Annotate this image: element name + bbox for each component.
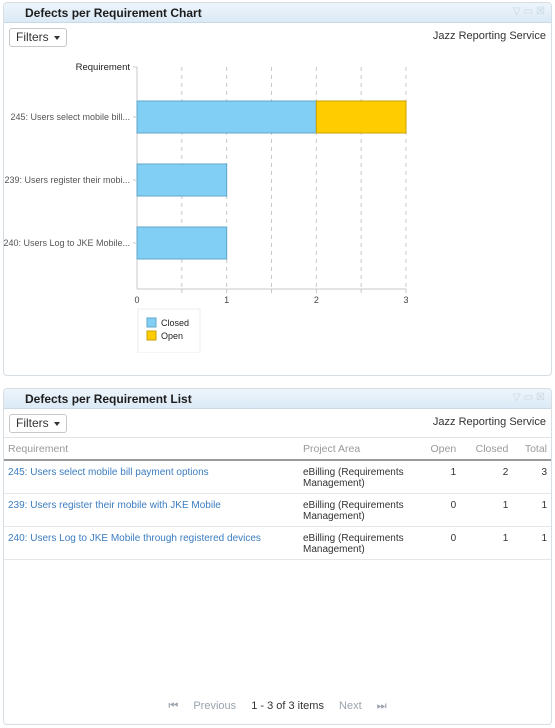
filters-label: Filters — [16, 30, 49, 44]
closed-cell: 1 — [460, 526, 513, 560]
closed-cell: 1 — [460, 493, 513, 527]
legend-label-open: Open — [161, 331, 183, 341]
filters-label: Filters — [16, 416, 49, 430]
y-axis-label: Requirement — [76, 62, 131, 73]
last-page-icon[interactable]: ⏭ — [377, 700, 387, 712]
y-tick-label: 245: Users select mobile bill... — [10, 112, 130, 122]
list-widget: Defects per Requirement List ▽ ▭ ☒ Filte… — [3, 388, 552, 725]
previous-button[interactable]: Previous — [193, 700, 236, 712]
first-page-icon[interactable]: ⏮ — [168, 700, 178, 712]
table-header-row: Requirement Project Area Open Closed Tot… — [4, 437, 551, 461]
collapse-icon[interactable]: ▽ — [513, 392, 521, 404]
x-tick-label: 0 — [134, 295, 139, 305]
column-header-requirement[interactable]: Requirement — [4, 437, 299, 461]
total-cell: 3 — [512, 460, 551, 494]
column-header-closed[interactable]: Closed — [460, 437, 513, 461]
requirement-link[interactable]: 245: Users select mobile bill payment op… — [8, 467, 209, 478]
pager: ⏮ Previous 1 - 3 of 3 items Next ⏭ — [4, 700, 551, 713]
y-tick-label: 240: Users Log to JKE Mobile... — [4, 238, 130, 248]
item-count: 1 - 3 of 3 items — [251, 700, 324, 712]
chart-filters-button[interactable]: Filters — [9, 28, 67, 47]
project-area-cell: eBilling (Requirements Management) — [299, 460, 417, 494]
close-icon[interactable]: ☒ — [536, 392, 545, 404]
table-row: 245: Users select mobile bill payment op… — [4, 460, 551, 494]
requirement-link[interactable]: 239: Users register their mobile with JK… — [8, 500, 221, 511]
open-cell: 1 — [417, 460, 461, 494]
bar-closed — [136, 100, 317, 134]
requirement-cell: 245: Users select mobile bill payment op… — [4, 460, 299, 494]
caret-down-icon — [53, 35, 60, 40]
bar-closed — [136, 163, 228, 197]
requirement-link[interactable]: 240: Users Log to JKE Mobile through reg… — [8, 533, 261, 544]
next-button[interactable]: Next — [339, 700, 362, 712]
requirement-cell: 239: Users register their mobile with JK… — [4, 493, 299, 527]
caret-down-icon — [53, 421, 60, 426]
x-tick-label: 3 — [403, 295, 408, 305]
collapse-icon[interactable]: ▽ — [513, 6, 521, 18]
bar-open — [315, 100, 407, 134]
column-header-total[interactable]: Total — [512, 437, 551, 461]
chart-widget-title: Defects per Requirement Chart — [25, 6, 202, 20]
column-header-project-area[interactable]: Project Area — [299, 437, 417, 461]
total-cell: 1 — [512, 493, 551, 527]
project-area-cell: eBilling (Requirements Management) — [299, 493, 417, 527]
maximize-icon[interactable]: ▭ — [524, 6, 533, 18]
y-tick-label: 239: Users register their mobi... — [4, 175, 130, 185]
maximize-icon[interactable]: ▭ — [524, 392, 533, 404]
chart-widget-titlebar: Defects per Requirement Chart ▽ ▭ ☒ — [4, 3, 551, 23]
x-tick-label: 1 — [224, 295, 229, 305]
list-filters-button[interactable]: Filters — [9, 414, 67, 433]
open-cell: 0 — [417, 493, 461, 527]
requirement-cell: 240: Users Log to JKE Mobile through reg… — [4, 526, 299, 560]
x-tick-label: 2 — [314, 295, 319, 305]
total-cell: 1 — [512, 526, 551, 560]
service-label: Jazz Reporting Service — [432, 416, 546, 428]
project-area-cell: eBilling (Requirements Management) — [299, 526, 417, 560]
column-header-open[interactable]: Open — [417, 437, 461, 461]
service-label: Jazz Reporting Service — [432, 30, 546, 42]
chart-widget: Defects per Requirement Chart ▽ ▭ ☒ Filt… — [3, 2, 552, 376]
table-row: 239: Users register their mobile with JK… — [4, 493, 551, 527]
closed-cell: 2 — [460, 460, 513, 494]
legend-label-closed: Closed — [161, 318, 189, 328]
open-cell: 0 — [417, 526, 461, 560]
list-widget-title: Defects per Requirement List — [25, 392, 192, 406]
bar-chart: Requirement 0 1 2 3 245: Users select mobile… — [4, 62, 409, 353]
legend-swatch-open — [146, 330, 157, 341]
bar-closed — [136, 226, 228, 260]
table-row: 240: Users Log to JKE Mobile through reg… — [4, 526, 551, 560]
close-icon[interactable]: ☒ — [536, 6, 545, 18]
requirements-table: Requirement Project Area Open Closed Tot… — [4, 437, 551, 560]
legend-swatch-closed — [146, 317, 157, 328]
list-widget-titlebar: Defects per Requirement List ▽ ▭ ☒ — [4, 389, 551, 409]
